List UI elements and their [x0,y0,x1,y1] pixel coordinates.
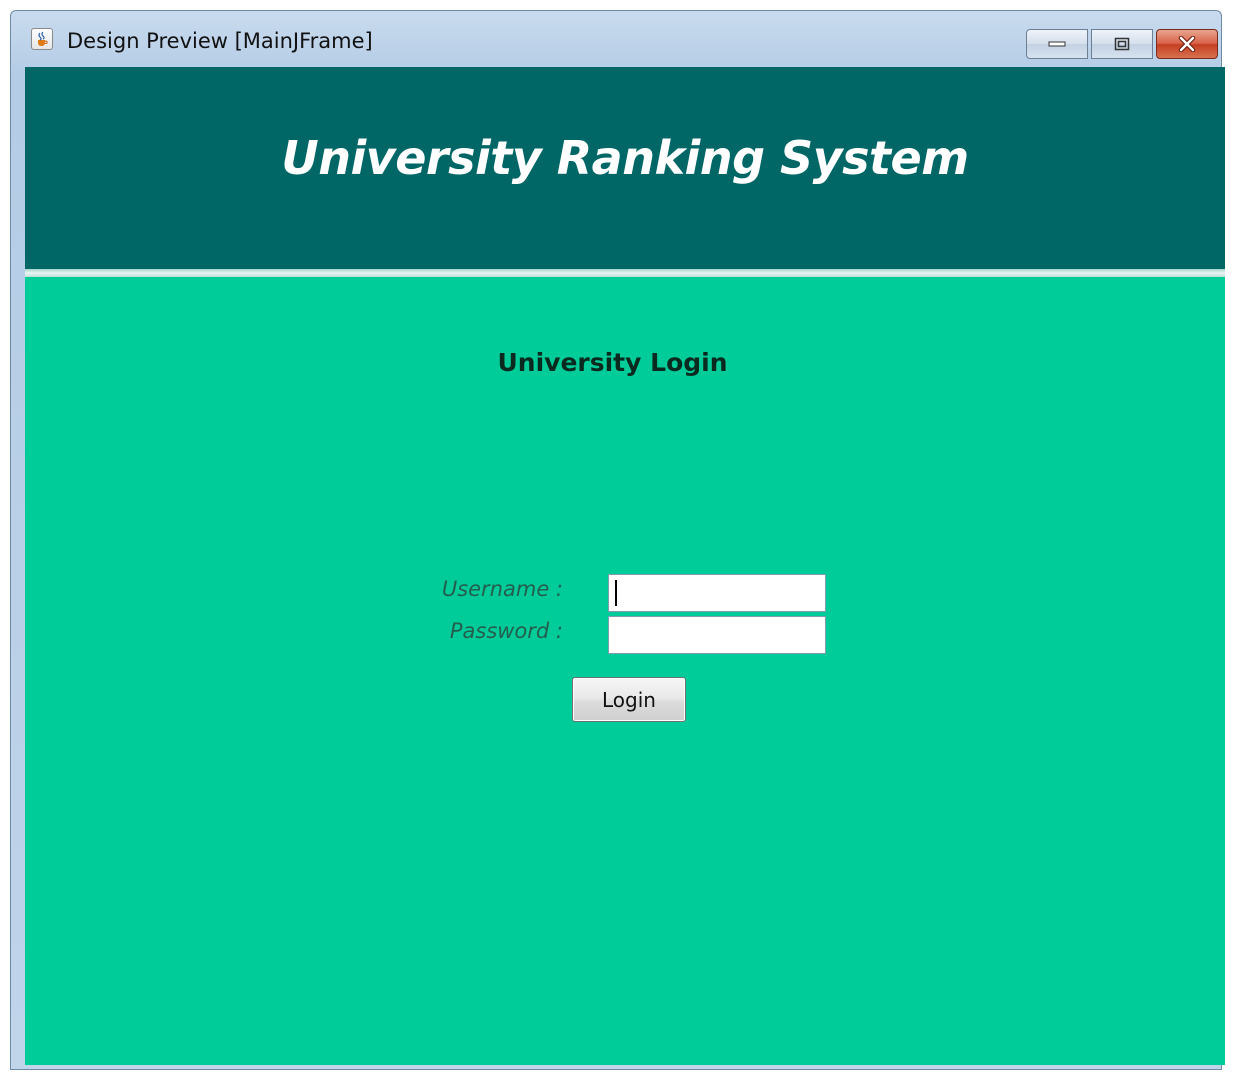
password-input[interactable] [608,616,826,654]
java-cup-icon [31,28,53,50]
header-banner: University Ranking System [25,67,1225,269]
app-title: University Ranking System [281,131,969,185]
maximize-icon [1114,37,1130,51]
header-divider [25,269,1225,277]
close-button[interactable] [1156,29,1218,59]
login-title: University Login [497,348,728,377]
maximize-button[interactable] [1091,29,1153,59]
title-bar[interactable]: Design Preview [MainJFrame] [11,11,1221,67]
username-label: Username : [441,577,563,601]
close-icon [1178,36,1196,52]
minimize-button[interactable] [1026,29,1088,59]
app-window: Design Preview [MainJFrame] University R… [10,10,1225,1070]
username-input[interactable] [608,574,826,612]
password-label: Password : [449,619,563,643]
login-button[interactable]: Login [572,677,686,722]
minimize-icon [1048,41,1066,47]
main-content-panel: University Ranking System University Log… [25,67,1225,1065]
window-title: Design Preview [MainJFrame] [67,29,373,53]
